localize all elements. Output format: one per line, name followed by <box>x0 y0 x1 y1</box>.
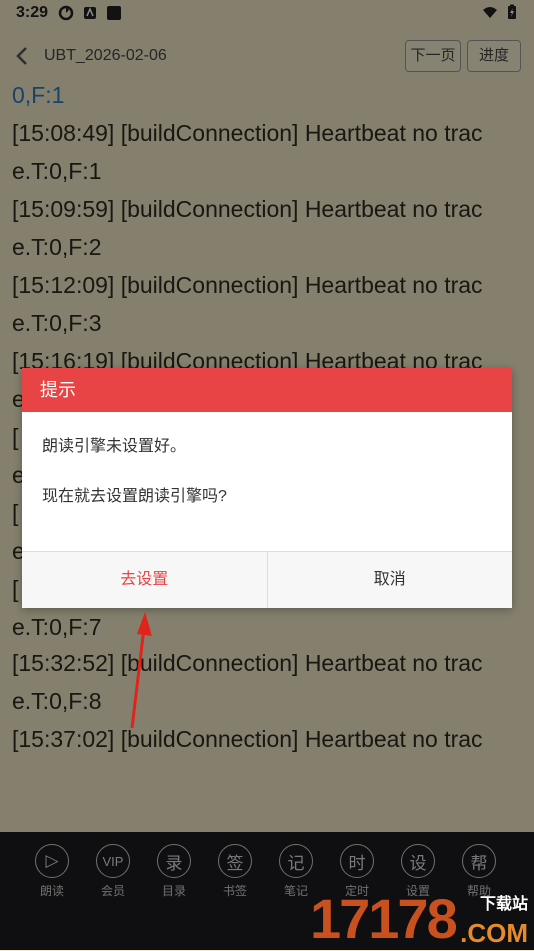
go-settings-button[interactable]: 去设置 <box>22 552 268 608</box>
watermark-site: 下载站 <box>479 896 528 913</box>
site-watermark-logo: 17178 下载站 .COM <box>310 880 534 950</box>
watermark-domain: .COM <box>460 918 528 948</box>
watermark-digits: 17178 <box>310 887 458 950</box>
dialog-title: 提示 <box>22 368 512 412</box>
dialog-message-line: 现在就去设置朗读引擎吗? <box>42 488 227 505</box>
cancel-button[interactable]: 取消 <box>267 552 512 608</box>
dialog-body: 朗读引擎未设置好。 现在就去设置朗读引擎吗? <box>22 412 512 552</box>
dialog-message-line: 朗读引擎未设置好。 <box>42 438 187 455</box>
dialog-button-row: 去设置 取消 <box>22 551 512 608</box>
tts-prompt-dialog: 提示 朗读引擎未设置好。 现在就去设置朗读引擎吗? 去设置 取消 <box>22 368 512 608</box>
